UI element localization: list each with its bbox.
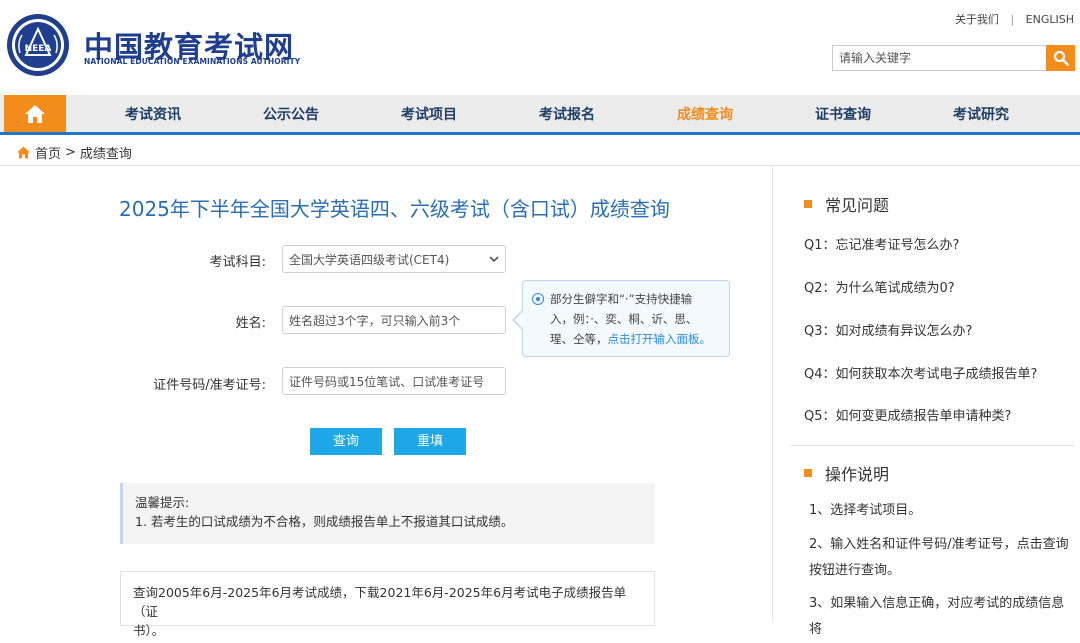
reset-button[interactable]: 重填 [394,428,466,455]
nav-item-score-query[interactable]: 成绩查询 [650,95,760,132]
subject-select[interactable]: 全国大学英语四级考试(CET4) [282,245,506,273]
faq-item-1[interactable]: Q1：忘记准考证号怎么办? [804,234,959,253]
nav-home-button[interactable] [4,95,66,132]
tip-line-3: 瑆、仝等，点击打开输入面板。 [550,329,719,349]
nav-item-announcements[interactable]: 公示公告 [236,95,346,132]
breadcrumb-home[interactable]: 首页 [35,143,61,162]
home-icon [25,104,45,123]
notice-box: 温馨提示: 1. 若考生的口试成绩为不合格，则成绩报告单上不报道其口试成绩。 [120,483,655,544]
nav-item-certificate-query[interactable]: 证书查询 [788,95,898,132]
breadcrumb-home-icon [17,146,30,159]
ops-title-text: 操作说明 [825,465,890,484]
faq-title-text: 常见问题 [825,196,890,215]
nav-item-news[interactable]: 考试资讯 [98,95,208,132]
breadcrumb-divider [0,165,1080,166]
column-divider [772,166,773,621]
site-header: NEEA 中国教育考试网 NATIONAL EDUCATION EXAMINAT… [0,0,1080,95]
chevron-down-icon [489,255,499,262]
tip-arrow-inner [514,310,524,330]
top-links-separator: | [1010,13,1015,26]
faq-section-title: 常见问题 [804,192,889,216]
nav-item-registration[interactable]: 考试报名 [512,95,622,132]
notice-text: 1. 若考生的口试成绩为不合格，则成绩报告单上不报道其口试成绩。 [135,514,514,529]
faq-item-2[interactable]: Q2：为什么笔试成绩为0? [804,277,955,296]
search-box [832,45,1075,71]
history-query-line-1: 查询2005年6月-2025年6月考试成绩，下载2021年6月-2025年6月考… [133,585,627,619]
nav-item-exam-projects[interactable]: 考试项目 [374,95,484,132]
sidebar-divider [790,445,1075,446]
name-input[interactable]: 姓名超过3个字，可只输入前3个 [282,306,506,334]
about-link[interactable]: 关于我们 [955,13,999,26]
faq-item-4[interactable]: Q4：如何获取本次考试电子成绩报告单? [804,363,1037,382]
section-bullet-icon [804,469,812,477]
ops-step-1: 1、选择考试项目。 [809,503,922,518]
tip-line-3-text: 瑆、仝等， [550,332,608,346]
english-link[interactable]: ENGLISH [1026,13,1074,26]
top-links: 关于我们 | ENGLISH [955,11,1074,27]
brand-name-en: NATIONAL EDUCATION EXAMINATIONS AUTHORIT… [84,57,301,66]
neea-logo[interactable]: NEEA [6,13,70,77]
subject-select-value: 全国大学英语四级考试(CET4) [289,252,450,267]
input-tip-box: 部分生僻字和“·”支持快捷输 入，例：·、奕、桐、䜣、思、 瑆、仝等，点击打开输… [512,280,730,357]
page-title: 2025年下半年全国大学英语四、六级考试（含口试）成绩查询 [119,197,670,221]
open-input-panel-link[interactable]: 点击打开输入面板。 [608,332,712,346]
id-input[interactable]: 证件号码或15位笔试、口试准考证号 [282,367,506,395]
tip-line-2: 入，例：·、奕、桐、䜣、思、 [550,312,698,326]
id-label: 证件号码/准考证号: [153,378,266,393]
notice-title: 温馨提示: [135,495,190,510]
breadcrumb-current: 成绩查询 [79,147,132,162]
search-input[interactable] [832,45,1046,71]
subject-label: 考试科目: [209,255,266,270]
faq-item-5[interactable]: Q5：如何变更成绩报告单申请种类? [804,405,1011,424]
breadcrumb: 首页 > 成绩查询 [16,143,132,162]
name-label: 姓名: [235,316,266,331]
nav-item-exam-research[interactable]: 考试研究 [926,95,1036,132]
ops-step-2: 2、输入姓名和证件号码/准考证号，点击查询按钮进行查询。 [809,537,1069,578]
history-query-box[interactable]: 查询2005年6月-2025年6月考试成绩，下载2021年6月-2025年6月考… [120,571,655,638]
history-query-line-2: 书）。 [133,623,165,638]
info-radio-icon [532,293,544,305]
faq-item-3[interactable]: Q3：如对成绩有异议怎么办? [804,320,972,339]
query-button[interactable]: 查询 [310,428,382,455]
logo-text: NEEA [25,44,52,54]
search-icon [1053,50,1069,66]
ops-step-3: 3、如果输入信息正确，对应考试的成绩信息将 [809,596,1065,637]
section-bullet-icon [804,200,812,208]
ops-section-title: 操作说明 [804,461,889,485]
tip-line-1: 部分生僻字和“·”支持快捷输 [550,292,693,306]
search-button[interactable] [1046,45,1075,71]
breadcrumb-separator: > [65,145,76,160]
main-nav: 考试资讯 公示公告 考试项目 考试报名 成绩查询 证书查询 考试研究 [0,95,1080,135]
